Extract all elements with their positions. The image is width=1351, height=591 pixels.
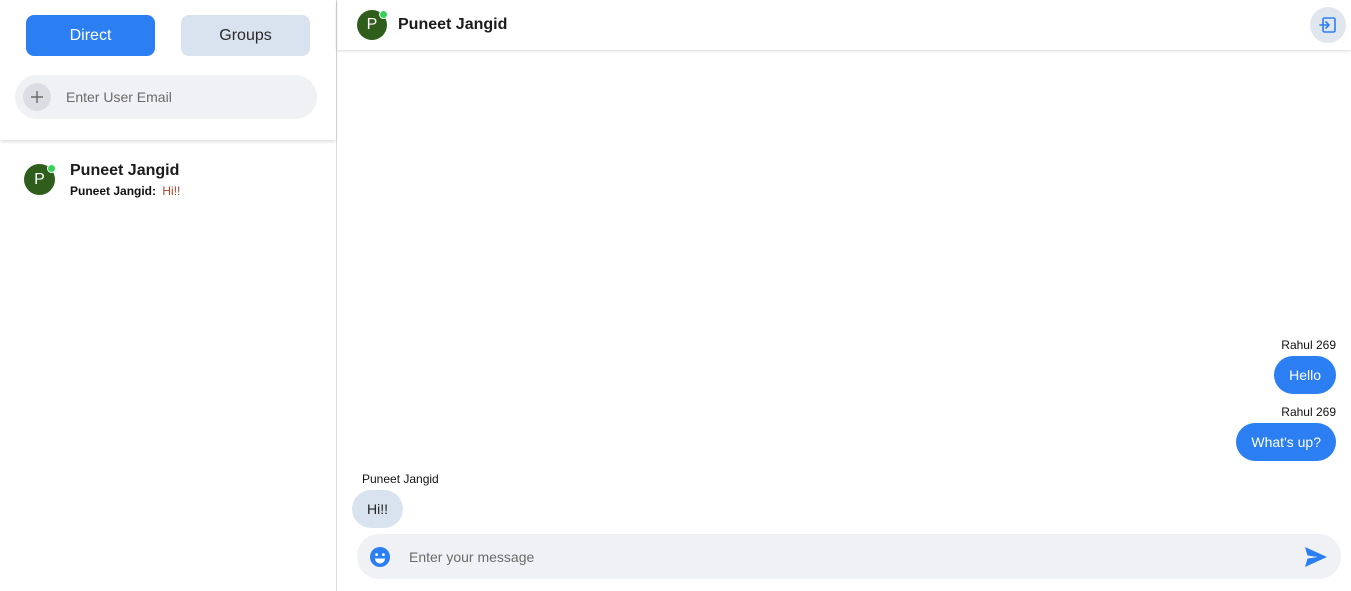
chat-header: P Puneet Jangid xyxy=(337,0,1351,50)
avatar-letter: P xyxy=(34,170,45,188)
message-outgoing: Rahul 269 Hello xyxy=(1274,338,1336,394)
message-bubble: What's up? xyxy=(1236,423,1336,461)
chat-contact-name: Puneet Jangid xyxy=(398,16,508,33)
plus-icon[interactable] xyxy=(23,83,51,111)
message-outgoing: Rahul 269 What's up? xyxy=(1236,405,1336,461)
conversation-text: Puneet Jangid Puneet Jangid: Hi!! xyxy=(70,162,180,198)
user-email-input[interactable] xyxy=(66,89,296,105)
logout-icon xyxy=(1319,17,1336,33)
emoji-icon xyxy=(370,546,390,567)
avatar-letter: P xyxy=(366,16,378,33)
online-status-dot xyxy=(379,10,388,19)
sidebar-header: Direct Groups xyxy=(0,0,336,140)
message-author: Puneet Jangid xyxy=(362,472,439,486)
preview-sender: Puneet Jangid: xyxy=(70,184,157,198)
avatar: P xyxy=(24,164,56,195)
message-input[interactable] xyxy=(409,548,1303,565)
emoji-button[interactable] xyxy=(368,545,392,569)
message-bubble: Hi!! xyxy=(352,490,403,528)
online-status-dot xyxy=(47,164,56,173)
chat-app: Direct Groups P Puneet Jangid Pune xyxy=(0,0,1351,591)
conversation-name: Puneet Jangid xyxy=(70,162,180,179)
preview-text: Hi!! xyxy=(162,184,181,198)
send-icon xyxy=(1305,546,1327,567)
message-composer xyxy=(337,534,1351,591)
conversation-preview: Puneet Jangid: Hi!! xyxy=(70,184,180,198)
chat-type-tabs: Direct Groups xyxy=(15,15,321,56)
tab-groups[interactable]: Groups xyxy=(181,15,310,56)
sidebar: Direct Groups P Puneet Jangid Pune xyxy=(0,0,337,591)
message-author: Rahul 269 xyxy=(1281,405,1336,419)
chat-panel: P Puneet Jangid Rahul 269 Hello Rahul 26… xyxy=(337,0,1351,591)
header-avatar: P xyxy=(357,10,388,40)
send-button[interactable] xyxy=(1303,544,1329,570)
message-incoming: Puneet Jangid Hi!! xyxy=(352,472,439,528)
composer-box xyxy=(357,534,1341,579)
conversation-item[interactable]: P Puneet Jangid Puneet Jangid: Hi!! xyxy=(0,140,336,202)
message-bubble: Hello xyxy=(1274,356,1336,394)
message-list: Rahul 269 Hello Rahul 269 What's up? Pun… xyxy=(337,50,1351,534)
logout-button[interactable] xyxy=(1310,7,1346,43)
tab-direct[interactable]: Direct xyxy=(26,15,155,56)
conversation-list: P Puneet Jangid Puneet Jangid: Hi!! xyxy=(0,140,336,591)
user-search-bar xyxy=(15,75,317,119)
message-author: Rahul 269 xyxy=(1281,338,1336,352)
